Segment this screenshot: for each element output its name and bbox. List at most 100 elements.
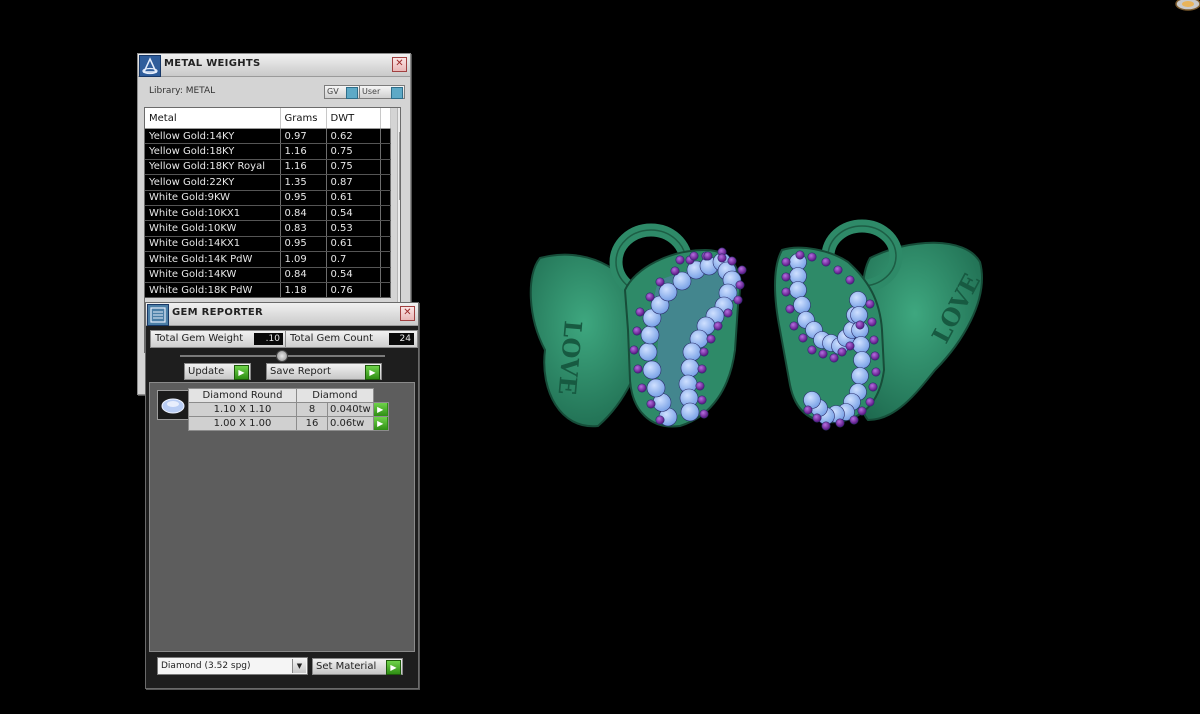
metal-table-row[interactable]: White Gold:14KX1 0.95 0.61 [145, 236, 391, 253]
set-material-button-label: Set Material [316, 661, 377, 672]
white-stone [849, 291, 867, 309]
gem-size-cell: 1.10 X 1.10 [188, 402, 297, 417]
total-gem-weight-value: .10 [254, 333, 283, 345]
grams-cell: 1.16 [280, 159, 327, 176]
dwt-column-header[interactable]: DWT [326, 108, 381, 129]
metal-table-row[interactable]: White Gold:10KX1 0.84 0.54 [145, 205, 391, 222]
grams-cell: 0.84 [280, 205, 327, 222]
metal-table-row[interactable]: Yellow Gold:14KY 0.97 0.62 [145, 128, 391, 145]
grams-cell: 1.18 [280, 282, 327, 299]
purple-stone [629, 345, 639, 355]
purple-stone [789, 321, 799, 331]
purple-stone [675, 255, 685, 265]
gem-row-expand-button[interactable]: ▶ [372, 416, 389, 431]
grams-cell: 1.35 [280, 174, 327, 191]
purple-stone [645, 292, 655, 302]
white-stone [638, 342, 658, 362]
purple-stone [655, 415, 665, 425]
grams-cell: 0.83 [280, 220, 327, 237]
metal-name-cell: White Gold:18K PdW [145, 282, 281, 299]
gem-size-cell: 1.00 X 1.00 [188, 416, 297, 431]
metal-table-row[interactable]: Yellow Gold:18KY 1.16 0.75 [145, 143, 391, 160]
metal-table-row[interactable]: White Gold:14KW 0.84 0.54 [145, 267, 391, 283]
total-gem-weight-label: Total Gem Weight [155, 333, 244, 344]
gem-weight-cell: 0.06tw [327, 416, 374, 431]
gem-table-header: Diamond Round Diamond [188, 388, 389, 403]
scroll-thumb[interactable] [399, 132, 400, 200]
close-icon[interactable]: ✕ [392, 57, 407, 72]
metal-table-row[interactable]: Yellow Gold:22KY 1.35 0.87 [145, 174, 391, 191]
dwt-cell: 0.61 [326, 190, 381, 206]
close-icon[interactable]: ✕ [400, 306, 415, 321]
metal-table-header: Metal Grams DWT [145, 108, 391, 129]
purple-stone [655, 277, 665, 287]
set-material-button[interactable]: Set Material ▶ [312, 658, 403, 675]
purple-stone [869, 335, 879, 345]
gv-toggle[interactable]: GV [324, 85, 360, 99]
gem-reporter-panel: GEM REPORTER ✕ Total Gem Weight .10 Tota… [145, 302, 419, 689]
total-gem-weight-box: Total Gem Weight .10 [150, 330, 287, 348]
user-toggle[interactable]: User [359, 85, 405, 99]
gem-material-header[interactable]: Diamond [296, 388, 374, 403]
gem-reporter-titlebar[interactable]: GEM REPORTER ✕ [146, 303, 418, 326]
white-stone [646, 378, 666, 398]
metal-name-cell: White Gold:10KX1 [145, 205, 281, 222]
metal-table-row[interactable]: White Gold:14K PdW 1.09 0.7 [145, 251, 391, 268]
metal-column-header[interactable]: Metal [145, 108, 281, 129]
diamond-round-icon[interactable] [157, 390, 189, 420]
gv-toggle-knob-icon [346, 87, 358, 99]
white-stone [680, 402, 700, 422]
gv-toggle-label: GV [327, 87, 339, 96]
save-report-button[interactable]: Save Report ▶ [266, 363, 382, 380]
metal-weights-titlebar[interactable]: METAL WEIGHTS ✕ [138, 54, 410, 77]
purple-stone [737, 265, 747, 275]
dwt-cell: 0.61 [326, 236, 381, 253]
purple-stone [706, 334, 716, 344]
metal-name-cell: Yellow Gold:22KY [145, 174, 281, 191]
white-stone [680, 358, 700, 378]
dwt-cell: 0.7 [326, 251, 381, 268]
purple-stone [833, 265, 843, 275]
purple-stone [849, 415, 859, 425]
white-stone [682, 342, 702, 362]
play-arrow-icon: ▶ [365, 365, 380, 380]
grams-cell: 0.97 [280, 128, 327, 145]
metal-table-row[interactable]: White Gold:18K PdW 1.18 0.76 [145, 282, 391, 299]
white-stone [640, 325, 660, 345]
dwt-cell: 0.75 [326, 159, 381, 176]
chevron-down-icon[interactable]: ▼ [292, 659, 306, 673]
material-select[interactable]: Diamond (3.52 spg) ▼ [157, 657, 308, 675]
play-arrow-icon: ▶ [234, 365, 249, 380]
white-stone [852, 336, 870, 354]
metal-weights-title: METAL WEIGHTS [164, 58, 261, 69]
gem-row-expand-button[interactable]: ▶ [372, 402, 389, 417]
purple-stone [870, 351, 880, 361]
purple-stone [821, 257, 831, 267]
metal-table-row[interactable]: White Gold:9KW 0.95 0.61 [145, 190, 391, 206]
purple-stone [871, 367, 881, 377]
update-button[interactable]: Update ▶ [184, 363, 251, 380]
gem-shape-header[interactable]: Diamond Round [188, 388, 297, 403]
gem-weight-cell: 0.040tw [327, 402, 374, 417]
purple-stone [807, 345, 817, 355]
gem-table-row[interactable]: 1.10 X 1.10 8 0.040tw ▶ [188, 402, 389, 417]
view-cube-icon[interactable] [1166, 0, 1200, 12]
metal-table-row[interactable]: White Gold:10KW 0.83 0.53 [145, 220, 391, 237]
gem-count-cell: 16 [296, 416, 328, 431]
grams-column-header[interactable]: Grams [280, 108, 327, 129]
metal-table-row[interactable]: Yellow Gold:18KY Royal 1.16 0.75 [145, 159, 391, 176]
panel-splitter-handle[interactable] [276, 350, 288, 362]
metal-name-cell: White Gold:14KW [145, 267, 281, 283]
purple-stone [798, 333, 808, 343]
purple-stone [717, 253, 727, 263]
metal-name-cell: Yellow Gold:18KY [145, 143, 281, 160]
purple-stone [837, 347, 847, 357]
grams-cell: 1.16 [280, 143, 327, 160]
scroll-up-icon[interactable]: ▲ [398, 108, 400, 118]
material-select-value: Diamond (3.52 spg) [161, 661, 251, 671]
white-stone [789, 281, 807, 299]
purple-stone [845, 275, 855, 285]
purple-stone [727, 256, 737, 266]
dwt-cell: 0.62 [326, 128, 381, 145]
gem-table-row[interactable]: 1.00 X 1.00 16 0.06tw ▶ [188, 416, 389, 431]
